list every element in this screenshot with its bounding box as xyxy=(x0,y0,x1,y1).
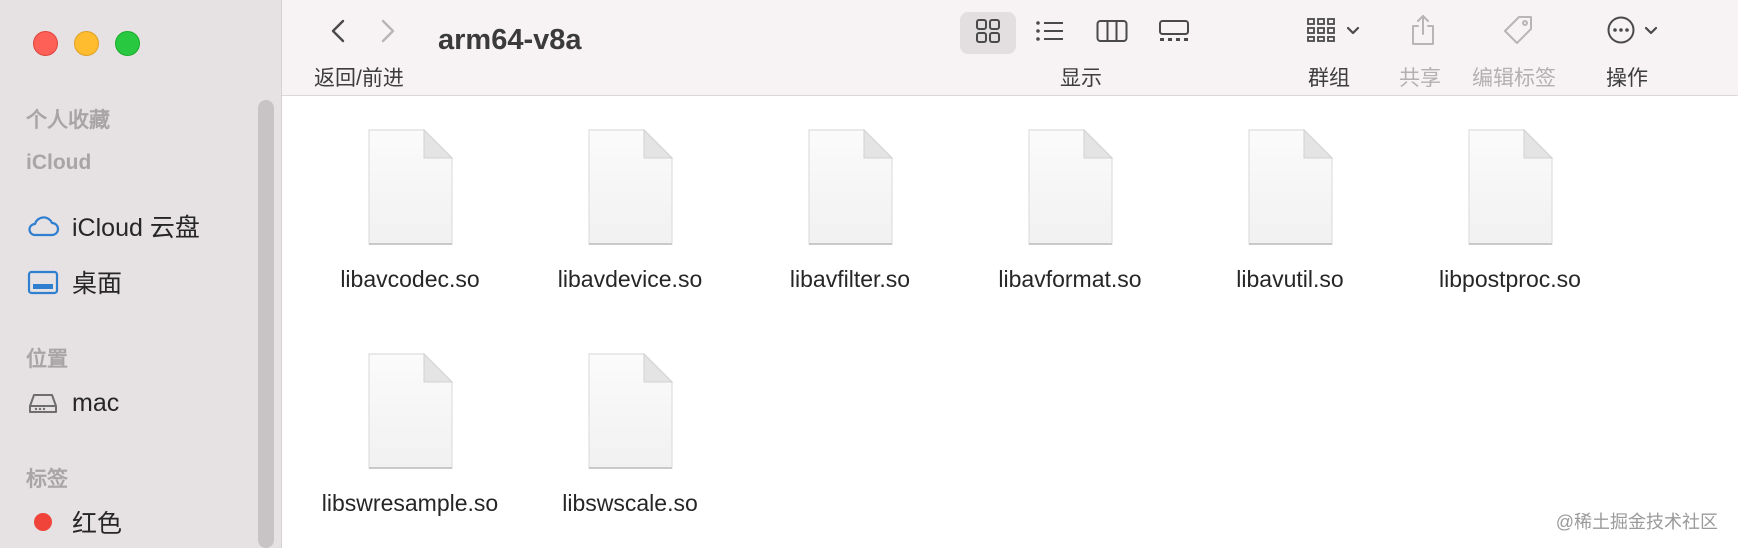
window-controls xyxy=(33,31,140,56)
grid-icon xyxy=(975,18,1001,49)
icon-view-button[interactable] xyxy=(960,12,1016,54)
gallery-icon xyxy=(1158,19,1190,48)
share-label: 共享 xyxy=(1399,67,1441,90)
document-icon xyxy=(1024,128,1116,248)
file-item[interactable]: libavutil.so xyxy=(1185,128,1395,293)
share-button[interactable] xyxy=(1406,12,1440,52)
file-name: libswscale.so xyxy=(562,490,698,516)
file-grid: libavcodec.so libavdevice.so libavfilter… xyxy=(282,96,1738,548)
file-name: libswresample.so xyxy=(321,490,499,516)
chevron-left-icon xyxy=(330,18,346,49)
minimize-window-button[interactable] xyxy=(74,31,99,56)
sidebar-item-label: 桌面 xyxy=(72,270,123,298)
forward-button[interactable] xyxy=(374,16,402,50)
chevron-down-icon xyxy=(1644,23,1658,41)
document-icon xyxy=(1464,128,1556,248)
action-label: 操作 xyxy=(1606,67,1648,90)
sidebar-item-desktop[interactable]: 桌面 xyxy=(26,262,122,302)
drive-icon xyxy=(26,386,60,420)
back-forward-label: 返回/前进 xyxy=(314,67,404,90)
group-label: 群组 xyxy=(1308,67,1350,90)
chevron-down-icon xyxy=(1346,23,1360,41)
edit-tags-label: 编辑标签 xyxy=(1472,67,1556,90)
zoom-window-button[interactable] xyxy=(115,31,140,56)
file-item[interactable]: libavdevice.so xyxy=(525,128,735,293)
file-item[interactable]: libavcodec.so xyxy=(305,128,515,293)
list-icon xyxy=(1035,19,1065,48)
file-item[interactable]: libavfilter.so xyxy=(745,128,955,293)
watermark: @稀土掘金技术社区 xyxy=(1555,512,1718,532)
group-button[interactable] xyxy=(1300,14,1366,50)
sidebar-scrollbar[interactable] xyxy=(258,100,274,548)
file-item[interactable]: libswscale.so xyxy=(525,352,735,517)
file-name: libpostproc.so xyxy=(1439,266,1581,292)
view-label: 显示 xyxy=(1060,67,1102,90)
list-view-button[interactable] xyxy=(1022,12,1078,54)
sidebar-item-icloud-drive[interactable]: iCloud 云盘 xyxy=(26,206,200,246)
sidebar-section-favorites[interactable]: 个人收藏 xyxy=(26,104,110,134)
cloud-icon xyxy=(26,209,60,243)
sidebar-item-label: mac xyxy=(72,388,120,417)
file-item[interactable]: libpostproc.so xyxy=(1405,128,1615,293)
file-name: libavformat.so xyxy=(998,266,1142,292)
gallery-view-button[interactable] xyxy=(1146,12,1202,54)
columns-icon xyxy=(1096,19,1128,48)
sidebar-item-mac[interactable]: mac xyxy=(26,383,119,423)
file-item[interactable]: libavformat.so xyxy=(965,128,1175,293)
document-icon xyxy=(364,128,456,248)
sidebar-item-tag-red[interactable]: 红色 xyxy=(26,502,122,542)
sidebar-section-icloud[interactable]: iCloud xyxy=(26,151,91,175)
document-icon xyxy=(804,128,896,248)
back-button[interactable] xyxy=(324,16,352,50)
file-name: libavcodec.so xyxy=(340,266,480,292)
window-title: arm64-v8a xyxy=(438,24,582,56)
document-icon xyxy=(584,128,676,248)
sidebar-section-locations[interactable]: 位置 xyxy=(26,343,68,373)
document-icon xyxy=(584,352,676,472)
chevron-right-icon xyxy=(380,18,396,49)
ellipsis-circle-icon xyxy=(1606,15,1636,50)
document-icon xyxy=(1244,128,1336,248)
sidebar-item-label: iCloud 云盘 xyxy=(72,214,200,242)
sidebar-section-tags[interactable]: 标签 xyxy=(26,463,68,493)
edit-tags-button[interactable] xyxy=(1500,12,1536,52)
group-icon xyxy=(1306,17,1336,48)
tag-icon xyxy=(1502,14,1534,51)
red-tag-dot-icon xyxy=(26,505,60,539)
column-view-button[interactable] xyxy=(1084,12,1140,54)
file-name: libavdevice.so xyxy=(557,266,703,292)
desktop-icon xyxy=(26,265,60,299)
sidebar: 个人收藏 iCloud iCloud 云盘 桌面 位置 mac 标签 红色 xyxy=(0,0,282,548)
close-window-button[interactable] xyxy=(33,31,58,56)
sidebar-item-label: 红色 xyxy=(72,510,123,538)
file-name: libavfilter.so xyxy=(789,266,911,292)
document-icon xyxy=(364,352,456,472)
toolbar: 返回/前进 arm64-v8a 显示 群组 共享 编辑标签 操作 xyxy=(282,0,1738,96)
file-item[interactable]: libswresample.so xyxy=(305,352,515,517)
action-button[interactable] xyxy=(1600,12,1664,52)
share-icon xyxy=(1409,13,1437,52)
file-name: libavutil.so xyxy=(1236,266,1344,292)
